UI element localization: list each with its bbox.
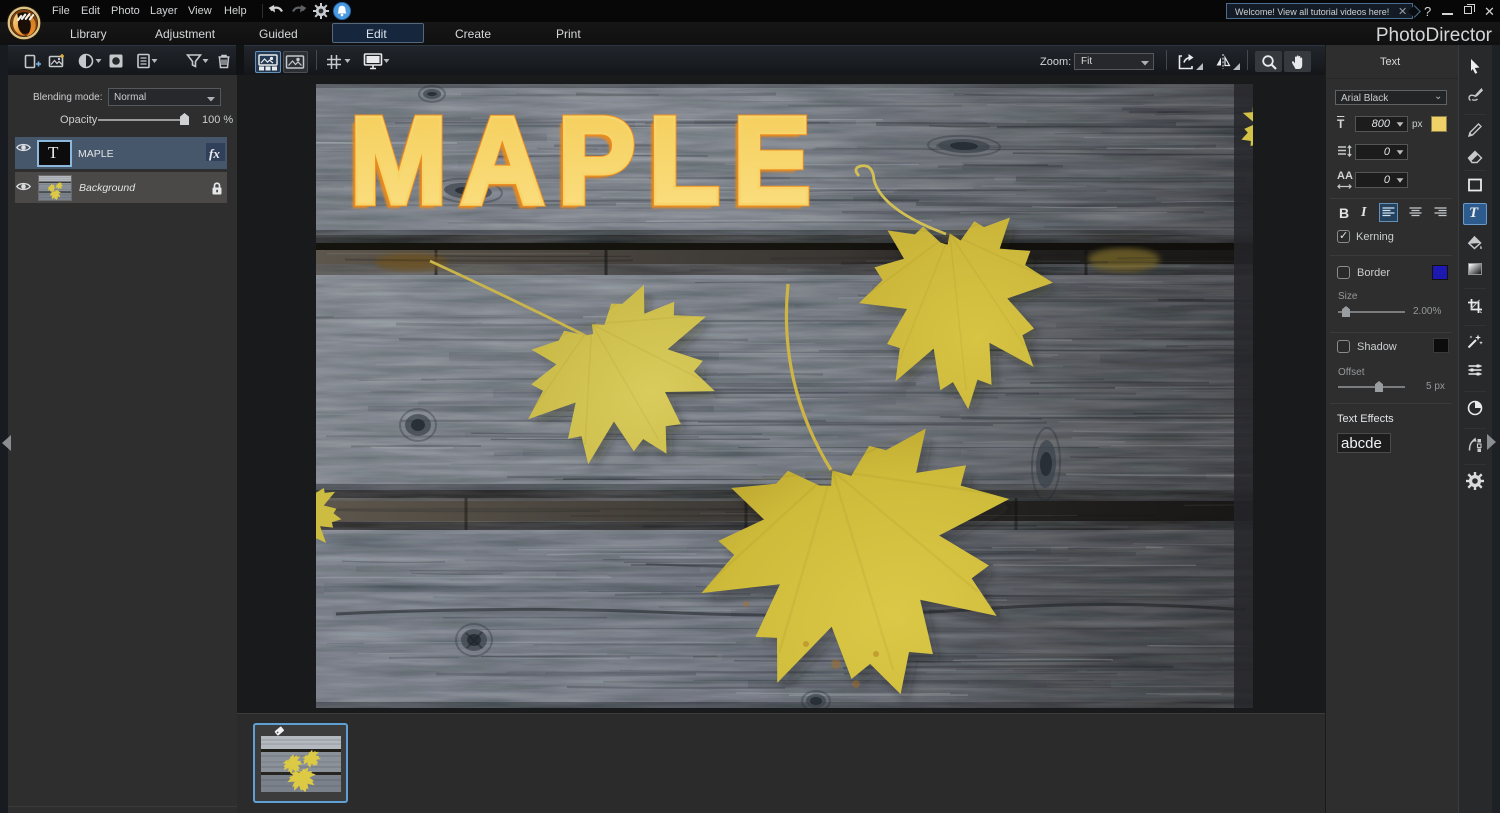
svg-text:MAPLE: MAPLE [350,93,824,230]
